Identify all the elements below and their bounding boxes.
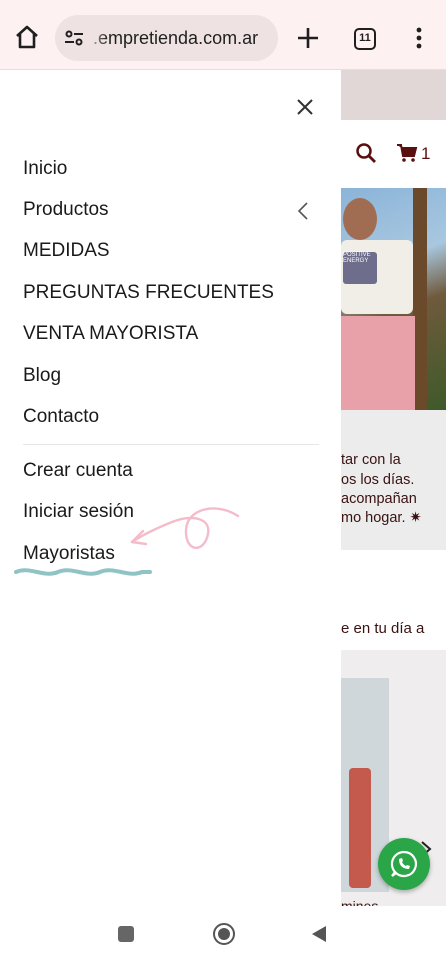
site-text-line: os los días. (341, 472, 415, 488)
address-bar[interactable]: .empretienda.com.ar (55, 15, 278, 61)
more-vert-icon[interactable] (408, 26, 430, 50)
site-tagline: e en tu día a (341, 620, 425, 637)
system-nav-bar (0, 906, 446, 960)
search-icon[interactable] (355, 142, 377, 164)
recents-icon[interactable] (118, 926, 134, 942)
cart-count: 1 (421, 144, 431, 163)
close-icon[interactable] (292, 94, 318, 120)
tune-icon[interactable] (63, 27, 85, 49)
menu-item-preguntas-frecuentes[interactable]: PREGUNTAS FRECUENTES (23, 278, 274, 308)
chevron-left-icon[interactable] (296, 200, 310, 222)
whatsapp-icon (390, 850, 418, 878)
home-circle-icon[interactable] (212, 922, 236, 946)
navigation-drawer: Inicio Productos MEDIDAS PREGUNTAS FRECU… (0, 70, 341, 906)
menu-divider (23, 444, 319, 445)
back-icon[interactable] (310, 924, 328, 944)
cart-icon[interactable] (396, 142, 418, 164)
product-detail (349, 768, 371, 888)
tab-switcher-button[interactable]: 11 (354, 28, 376, 50)
menu-item-venta-mayorista[interactable]: VENTA MAYORISTA (23, 319, 198, 349)
hero-photo: POSITIVE ENERGY (341, 188, 446, 410)
annotation-arrow-icon (14, 507, 240, 576)
site-bottom-text: mines (341, 898, 379, 906)
shirt-print: POSITIVE ENERGY (343, 252, 377, 284)
model-head (343, 198, 377, 240)
announcement-band (341, 70, 446, 120)
url-fade (85, 15, 107, 61)
menu-item-productos[interactable]: Productos (23, 195, 109, 225)
tree-trunk (413, 188, 427, 410)
site-description: tar con la os los días. acompañan mo hog… (341, 410, 446, 550)
url-text[interactable]: .empretienda.com.ar (93, 28, 258, 49)
site-text-line: mo hogar. ✷ (341, 510, 422, 526)
site-text-line: acompañan (341, 491, 417, 507)
menu-item-inicio[interactable]: Inicio (23, 154, 67, 184)
site-background: 1 POSITIVE ENERGY tar con la os los días… (341, 70, 446, 906)
menu-item-blog[interactable]: Blog (23, 361, 61, 391)
browser-toolbar: .empretienda.com.ar 11 (0, 0, 446, 70)
model-pants (341, 316, 415, 410)
menu-item-medidas[interactable]: MEDIDAS (23, 236, 110, 266)
site-text-line: tar con la (341, 452, 401, 468)
new-tab-icon[interactable] (294, 24, 322, 52)
home-icon[interactable] (12, 22, 42, 52)
whatsapp-button[interactable] (378, 838, 430, 890)
menu-item-crear-cuenta[interactable]: Crear cuenta (23, 456, 133, 486)
menu-item-contacto[interactable]: Contacto (23, 402, 99, 432)
